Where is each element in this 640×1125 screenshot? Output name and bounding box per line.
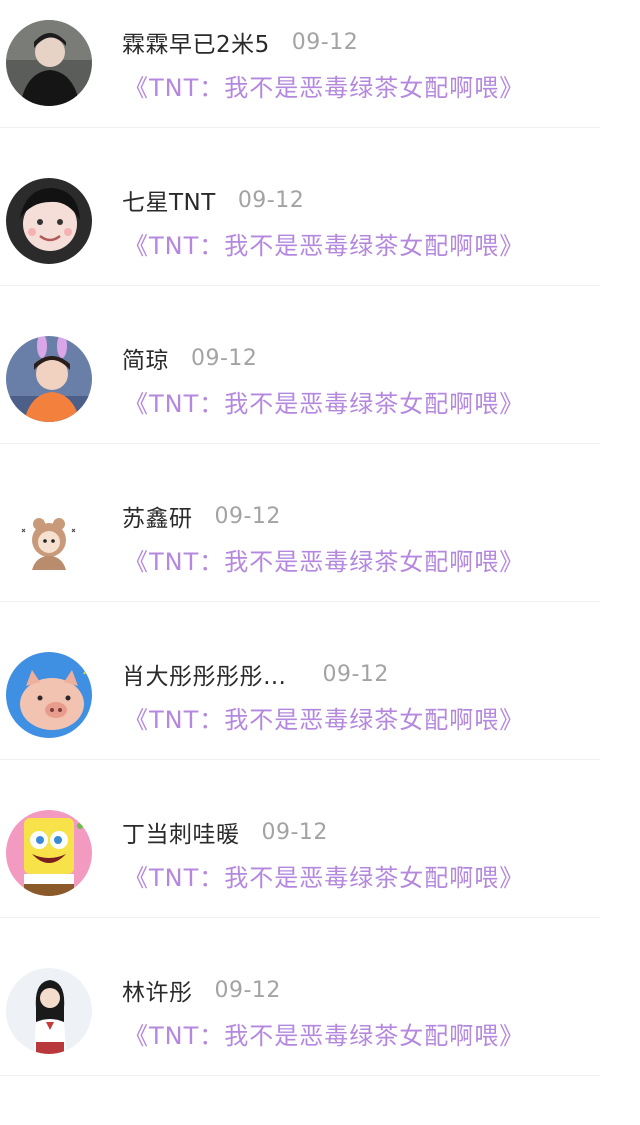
user-name[interactable]: 七星TNT: [122, 183, 216, 217]
divider: [0, 1075, 600, 1076]
avatar-image: [6, 178, 92, 264]
divider: [0, 759, 600, 760]
list-item[interactable]: 七星TNT 09-12 《TNT：我不是恶毒绿茶女配啊喂》: [0, 158, 640, 316]
story-title-link[interactable]: 《TNT：我不是恶毒绿茶女配啊喂》: [124, 1016, 524, 1051]
story-title-link[interactable]: 《TNT：我不是恶毒绿茶女配啊喂》: [124, 68, 524, 103]
name-line: 林许彤 09-12: [122, 972, 281, 1008]
list-item[interactable]: 林许彤 09-12 《TNT：我不是恶毒绿茶女配啊喂》: [0, 948, 640, 1106]
name-line: 苏鑫研 09-12: [122, 498, 281, 534]
user-name[interactable]: 苏鑫研: [122, 499, 193, 533]
avatar[interactable]: [6, 336, 92, 422]
post-date: 09-12: [322, 661, 389, 687]
name-line: 七星TNT 09-12: [122, 182, 304, 218]
avatar-image: [6, 968, 92, 1054]
avatar-image: [6, 810, 92, 896]
list-item[interactable]: 肖大彤彤彤彤… 09-12 《TNT：我不是恶毒绿茶女配啊喂》: [0, 632, 640, 790]
post-date: 09-12: [237, 187, 305, 213]
list-item[interactable]: 简琼 09-12 《TNT：我不是恶毒绿茶女配啊喂》: [0, 316, 640, 474]
avatar[interactable]: [6, 968, 92, 1054]
story-title-link[interactable]: 《TNT：我不是恶毒绿茶女配啊喂》: [124, 700, 524, 735]
list-item[interactable]: 苏鑫研 09-12 《TNT：我不是恶毒绿茶女配啊喂》: [0, 474, 640, 632]
avatar-image: [6, 336, 92, 422]
story-title-link[interactable]: 《TNT：我不是恶毒绿茶女配啊喂》: [124, 226, 524, 261]
divider: [0, 127, 600, 128]
avatar-image: [6, 494, 92, 580]
name-line: 丁当刺哇暖 09-12: [122, 814, 328, 850]
avatar[interactable]: [6, 20, 92, 106]
user-name[interactable]: 肖大彤彤彤彤…: [122, 657, 287, 691]
avatar-image: [6, 652, 92, 738]
list-item[interactable]: 霖霖早已2米5 09-12 《TNT：我不是恶毒绿茶女配啊喂》: [0, 0, 640, 158]
avatar-image: [6, 20, 92, 106]
story-title-link[interactable]: 《TNT：我不是恶毒绿茶女配啊喂》: [124, 858, 524, 893]
user-name[interactable]: 霖霖早已2米5: [122, 25, 270, 59]
post-date: 09-12: [261, 819, 328, 845]
user-name[interactable]: 丁当刺哇暖: [122, 815, 240, 849]
name-line: 霖霖早已2米5 09-12: [122, 24, 358, 60]
avatar[interactable]: [6, 494, 92, 580]
divider: [0, 285, 600, 286]
comment-list: 霖霖早已2米5 09-12 《TNT：我不是恶毒绿茶女配啊喂》 七星TNT 09…: [0, 0, 640, 1125]
story-title-link[interactable]: 《TNT：我不是恶毒绿茶女配啊喂》: [124, 384, 524, 419]
avatar[interactable]: [6, 652, 92, 738]
list-item[interactable]: 丁当刺哇暖 09-12 《TNT：我不是恶毒绿茶女配啊喂》: [0, 790, 640, 948]
story-title-link[interactable]: 《TNT：我不是恶毒绿茶女配啊喂》: [124, 542, 524, 577]
avatar[interactable]: [6, 810, 92, 896]
avatar[interactable]: [6, 178, 92, 264]
user-name[interactable]: 林许彤: [122, 973, 193, 1007]
post-date: 09-12: [214, 503, 281, 529]
divider: [0, 917, 600, 918]
divider: [0, 443, 600, 444]
name-line: 简琼 09-12: [122, 340, 257, 376]
post-date: 09-12: [191, 345, 258, 371]
post-date: 09-12: [291, 29, 359, 55]
user-name[interactable]: 简琼: [122, 341, 169, 375]
post-date: 09-12: [214, 977, 281, 1003]
divider: [0, 601, 600, 602]
name-line: 肖大彤彤彤彤… 09-12: [122, 656, 389, 692]
